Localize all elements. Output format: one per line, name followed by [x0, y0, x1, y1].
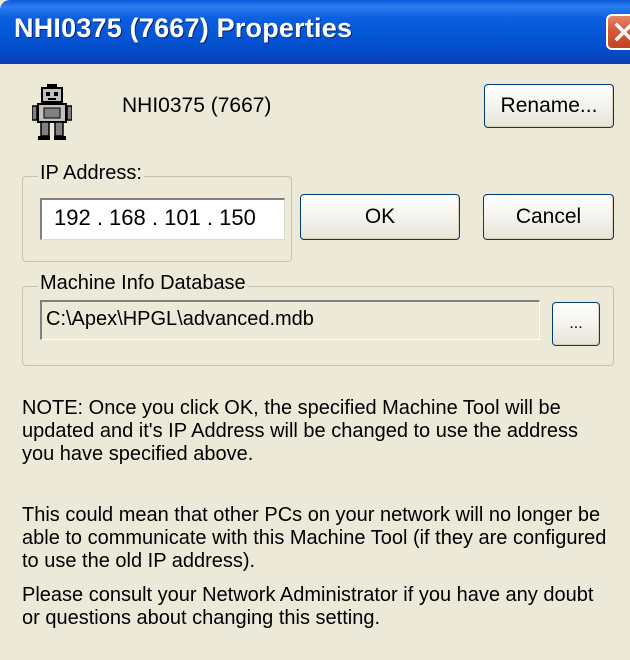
ok-button[interactable]: OK [300, 194, 460, 240]
warning-text: This could mean that other PCs on your n… [22, 504, 607, 572]
close-button[interactable] [606, 14, 630, 50]
consult-text: Please consult your Network Administrato… [22, 584, 594, 629]
machine-info-database-label: Machine Info Database [38, 272, 248, 295]
ip-address-field[interactable]: 192 . 168 . 101 . 150 [40, 198, 285, 240]
robot-icon [32, 84, 72, 140]
device-name-label: NHI0375 (7667) [122, 94, 272, 117]
window-title: NHI0375 (7667) Properties [14, 13, 353, 43]
note-text: NOTE: Once you click OK, the specified M… [22, 397, 579, 465]
ip-address-label: IP Address: [38, 162, 144, 185]
properties-dialog: NHI0375 (7667) Properties NHI0375 (7667)… [0, 0, 630, 660]
browse-button[interactable]: ... [552, 302, 600, 346]
title-bar[interactable]: NHI0375 (7667) Properties [0, 0, 630, 64]
close-icon [614, 22, 630, 42]
database-path-field[interactable]: C:\Apex\HPGL\advanced.mdb [40, 300, 540, 340]
cancel-button[interactable]: Cancel [483, 194, 614, 240]
dialog-body: NHI0375 (7667) Rename... IP Address: 192… [0, 64, 630, 660]
rename-button[interactable]: Rename... [484, 84, 614, 128]
